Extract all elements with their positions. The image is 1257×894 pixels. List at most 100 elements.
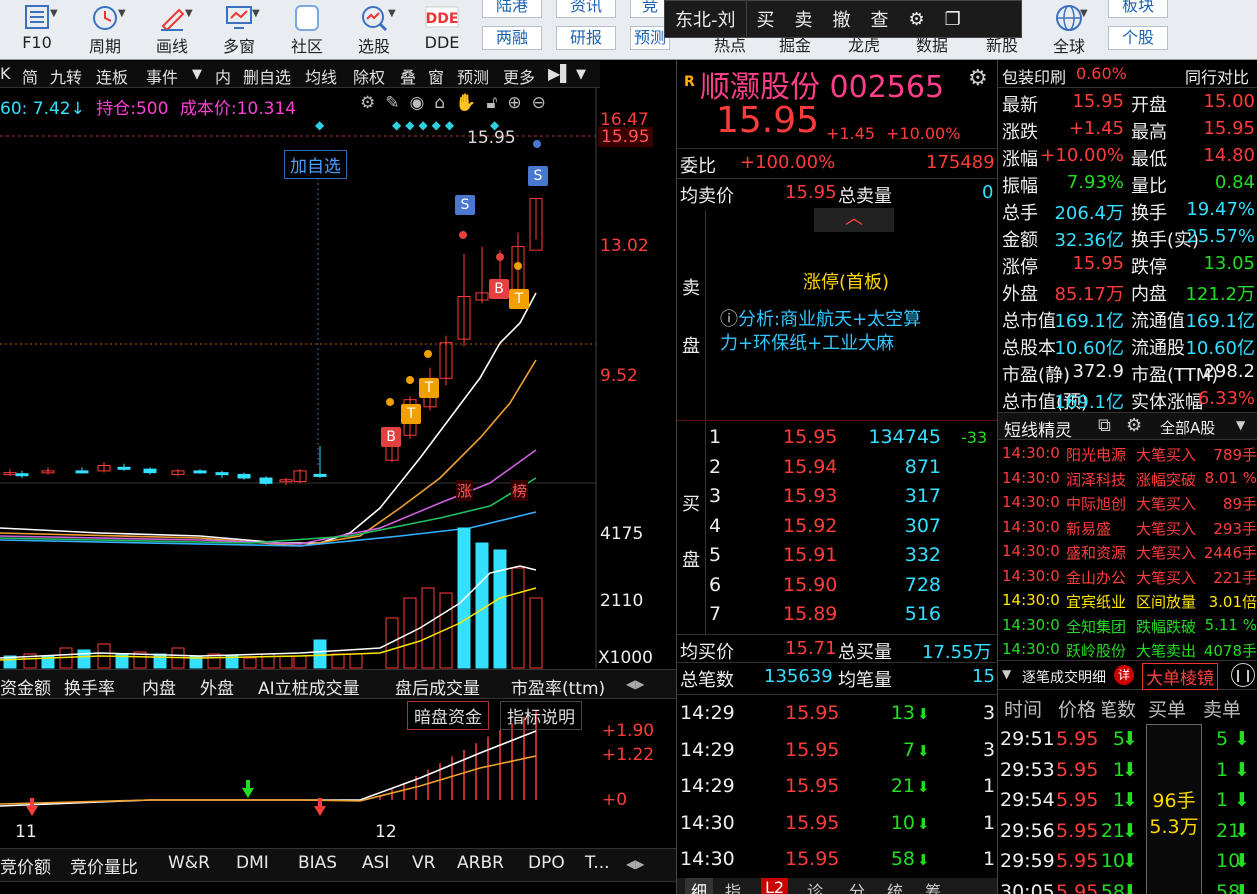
- dark-pool-button[interactable]: 暗盘资金: [407, 701, 489, 730]
- zoom-in-icon[interactable]: ⊕: [507, 93, 531, 113]
- bid-row[interactable]: 4 15.92 307: [677, 515, 997, 543]
- menu-overlay[interactable]: 叠: [400, 64, 416, 88]
- cancel-order-button[interactable]: 撤: [823, 6, 861, 32]
- bid-row[interactable]: 6 15.90 728: [677, 574, 997, 602]
- popout-icon[interactable]: ⧉: [1098, 415, 1111, 436]
- tab-after-hours-volume[interactable]: 盘后成交量: [395, 674, 480, 699]
- sprite-row[interactable]: 14:30:0 宜宾纸业 区间放量 3.01倍: [998, 589, 1257, 613]
- tab-plan[interactable]: 筹: [925, 878, 941, 894]
- window-restore-icon[interactable]: ❐: [935, 9, 971, 30]
- tab-diagnose[interactable]: 诊: [807, 878, 823, 894]
- expand-icon[interactable]: ▶▌: [548, 64, 573, 83]
- sell-button[interactable]: 卖: [785, 6, 823, 32]
- expand-dropdown-icon[interactable]: ▼: [576, 67, 586, 82]
- sector-button[interactable]: 板块: [1108, 0, 1168, 18]
- lock-icon[interactable]: 🔓︎: [486, 93, 507, 113]
- global-dropdown-icon[interactable]: ▼: [1080, 8, 1092, 28]
- sprite-settings-icon[interactable]: ⚙: [1126, 415, 1142, 436]
- margin-button[interactable]: 两融: [482, 26, 542, 50]
- bid-row[interactable]: 2 15.94 871: [677, 456, 997, 484]
- tab-tick-detail[interactable]: 逐笔成交明细: [1022, 667, 1106, 687]
- eye-icon[interactable]: ◉: [410, 93, 435, 113]
- menu-events[interactable]: 事件: [146, 64, 178, 88]
- draw-dropdown-icon[interactable]: ▼: [185, 8, 197, 28]
- tab-vr[interactable]: VR: [412, 853, 435, 873]
- tab-dpo[interactable]: DPO: [528, 853, 565, 873]
- tab-capital-amount[interactable]: 资金额: [0, 674, 51, 699]
- indicator-help-button[interactable]: 指标说明: [500, 701, 582, 730]
- buy-button[interactable]: 买: [747, 6, 785, 32]
- tab-asi[interactable]: ASI: [362, 853, 389, 873]
- kline-chart[interactable]: [0, 88, 676, 894]
- menu-inner[interactable]: 内: [215, 64, 231, 88]
- bid-row[interactable]: 1 15.95 134745 -33: [677, 426, 997, 454]
- stock-picker-dropdown-icon[interactable]: ▼: [388, 8, 400, 28]
- menu-ma[interactable]: 均线: [305, 64, 337, 88]
- account-label[interactable]: 东北-刘: [665, 6, 746, 32]
- bid-row[interactable]: 7 15.89 516: [677, 603, 997, 631]
- menu-delete-watch[interactable]: 删自选: [243, 64, 291, 88]
- settings-icon[interactable]: ⚙: [360, 93, 385, 113]
- settings-gear-icon[interactable]: ⚙: [899, 9, 935, 30]
- add-watchlist-button[interactable]: 加自选: [284, 150, 347, 179]
- menu-window[interactable]: 窗: [428, 64, 444, 88]
- menu-nine-turn[interactable]: 九转: [50, 64, 82, 88]
- bigorder-collapse-icon[interactable]: ▼: [1002, 667, 1011, 681]
- tab-outer[interactable]: 外盘: [200, 674, 234, 699]
- f10-dropdown-icon[interactable]: ▼: [50, 8, 62, 28]
- tab-ai-volume[interactable]: AI立桩成交量: [258, 674, 360, 699]
- menu-more[interactable]: 更多: [503, 64, 535, 88]
- filter-dropdown-icon[interactable]: ▼: [1236, 418, 1245, 432]
- tab-big-order-prism[interactable]: 大单棱镜: [1142, 663, 1218, 690]
- tab-dmi[interactable]: DMI: [236, 853, 269, 873]
- query-button[interactable]: 查: [861, 6, 899, 32]
- community-button[interactable]: 社区: [280, 0, 334, 60]
- individual-stock-button[interactable]: 个股: [1108, 26, 1168, 50]
- tab-turnover[interactable]: 换手率: [64, 674, 115, 699]
- sprite-row[interactable]: 14:30:0 阳光电源 大笔买入 789手: [998, 442, 1257, 466]
- tab-split[interactable]: 分: [849, 878, 865, 894]
- dde-button[interactable]: DDE DDE: [414, 0, 470, 60]
- tab-auction-ratio[interactable]: 竞价量比: [70, 853, 138, 878]
- tab-pe-ttm[interactable]: 市盈率(ttm): [511, 674, 605, 699]
- sprite-row[interactable]: 14:30:0 金山办公 大笔买入 221手: [998, 565, 1257, 589]
- brush-icon[interactable]: ✎: [385, 93, 409, 113]
- menu-consecutive-limit[interactable]: 连板: [96, 64, 128, 88]
- menu-forecast[interactable]: 预测: [457, 64, 489, 88]
- hk-connect-button[interactable]: 陆港: [482, 0, 542, 18]
- tab-wr[interactable]: W&R: [168, 853, 210, 873]
- tab-more[interactable]: T...: [585, 853, 610, 873]
- period-dropdown-icon[interactable]: ▼: [118, 8, 130, 28]
- menu-more-dropdown[interactable]: ▼: [192, 67, 202, 82]
- tab-auction-amount[interactable]: 竞价额: [0, 853, 51, 878]
- zoom-out-icon[interactable]: ⊖: [532, 93, 556, 113]
- sprite-row[interactable]: 14:30:0 新易盛 大笔买入 293手: [998, 516, 1257, 540]
- tab-stats[interactable]: 统: [887, 878, 903, 894]
- hand-icon[interactable]: ✋: [455, 93, 486, 113]
- tab-inner[interactable]: 内盘: [142, 674, 176, 699]
- tabs-prev-icon[interactable]: ◀▶: [626, 677, 644, 691]
- bid-row[interactable]: 3 15.93 317: [677, 485, 997, 513]
- sprite-row[interactable]: 14:30:0 全知集团 跌幅跌破 5.11 %: [998, 614, 1257, 638]
- multi-window-dropdown-icon[interactable]: ▼: [252, 8, 264, 28]
- menu-k[interactable]: K: [0, 64, 11, 83]
- tab-bias[interactable]: BIAS: [298, 853, 337, 873]
- quote-settings-icon[interactable]: ⚙: [968, 66, 988, 91]
- sprite-row[interactable]: 14:30:0 中际旭创 大笔买入 89手: [998, 491, 1257, 515]
- collapse-asks-button[interactable]: ︿: [814, 208, 894, 232]
- sprite-row[interactable]: 14:30:0 盛和资源 大笔买入 2446手: [998, 540, 1257, 564]
- sector-name[interactable]: 包装印刷: [1002, 64, 1066, 88]
- tab-index[interactable]: 指: [725, 878, 741, 894]
- menu-ex-rights[interactable]: 除权: [353, 64, 385, 88]
- peer-compare-button[interactable]: 同行对比: [1185, 64, 1249, 88]
- news-button[interactable]: 资讯: [556, 0, 616, 18]
- sprite-row[interactable]: 14:30:0 润泽科技 涨幅突破 8.01 %: [998, 467, 1257, 491]
- bottom-tabs-scroll-icon[interactable]: ◀▶: [626, 857, 644, 871]
- basket-icon[interactable]: ⌂: [434, 93, 455, 113]
- bid-row[interactable]: 5 15.91 332: [677, 544, 997, 572]
- sprite-filter-select[interactable]: 全部A股: [1160, 417, 1215, 438]
- pause-icon[interactable]: ❙❙: [1231, 663, 1255, 687]
- tab-arbr[interactable]: ARBR: [457, 853, 504, 873]
- tab-detail[interactable]: 细: [685, 878, 714, 894]
- tab-l2[interactable]: L2: [761, 878, 789, 894]
